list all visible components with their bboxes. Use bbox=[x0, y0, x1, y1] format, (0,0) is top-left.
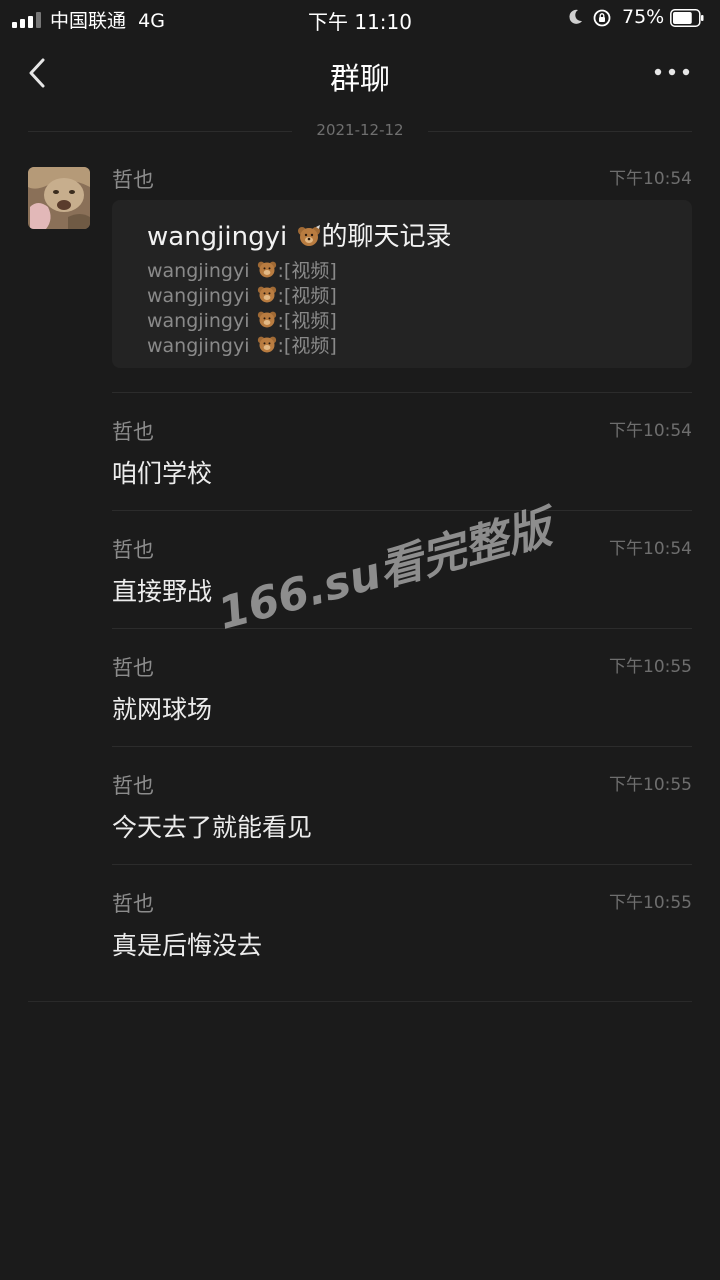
more-dots-icon[interactable] bbox=[652, 62, 692, 82]
message-text: 咱们学校 bbox=[112, 459, 213, 488]
message-time: 下午10:55 bbox=[609, 893, 692, 913]
moon-icon bbox=[569, 9, 582, 24]
message-time: 下午10:54 bbox=[609, 169, 692, 189]
chevron-left-icon[interactable] bbox=[26, 56, 50, 90]
chat-record-line: wangjingyi :[视频] bbox=[147, 310, 337, 332]
teddy-bear-emoji-icon bbox=[297, 225, 320, 246]
sender-name: 哲也 bbox=[112, 420, 154, 444]
divider bbox=[112, 628, 692, 629]
teddy-bear-emoji-icon bbox=[257, 311, 276, 328]
divider bbox=[112, 864, 692, 865]
battery-icon bbox=[670, 9, 704, 27]
message-time: 下午10:55 bbox=[609, 775, 692, 795]
sender-name: 哲也 bbox=[112, 774, 154, 798]
watermark: 166.su看完整版 bbox=[212, 502, 557, 640]
status-time: 下午 11:10 bbox=[308, 10, 412, 34]
chat-record-line: wangjingyi :[视频] bbox=[147, 335, 337, 357]
message-text: 真是后悔没去 bbox=[112, 931, 263, 960]
battery-percent: 75% bbox=[622, 6, 665, 28]
avatar-image bbox=[28, 167, 90, 229]
rotation-lock-icon bbox=[593, 9, 611, 27]
list-item[interactable]: 哲也 下午10:55 就网球场 bbox=[112, 652, 692, 732]
sender-name: 哲也 bbox=[112, 892, 154, 916]
chat-record-title-suffix: 的聊天记录 bbox=[321, 222, 452, 252]
message-time: 下午10:54 bbox=[609, 421, 692, 441]
list-item[interactable]: 哲也 下午10:55 真是后悔没去 bbox=[112, 888, 692, 968]
page-title: 群聊 bbox=[330, 62, 390, 97]
date-label: 2021-12-12 bbox=[316, 121, 404, 139]
sender-name: 哲也 bbox=[112, 168, 154, 192]
message-text: 直接野战 bbox=[112, 577, 213, 606]
status-bar: 中国联通 4G 下午 11:10 75% bbox=[0, 0, 720, 36]
list-item[interactable]: 哲也 下午10:55 今天去了就能看见 bbox=[112, 770, 692, 850]
chat-record-title: wangjingyi 的聊天记录 bbox=[147, 216, 452, 253]
message-time: 下午10:54 bbox=[609, 539, 692, 559]
chat-record-card[interactable]: wangjingyi 的聊天记录 wangjingyi :[视频] wangji… bbox=[112, 200, 692, 368]
sender-name: 哲也 bbox=[112, 538, 154, 562]
nav-bar: 群聊 bbox=[0, 44, 720, 104]
message-text: 今天去了就能看见 bbox=[112, 813, 313, 842]
message-time: 下午10:55 bbox=[609, 657, 692, 677]
teddy-bear-emoji-icon bbox=[257, 286, 276, 303]
chat-record-line: wangjingyi :[视频] bbox=[147, 285, 337, 307]
chat-record-line: wangjingyi :[视频] bbox=[147, 260, 337, 282]
divider bbox=[112, 746, 692, 747]
avatar[interactable] bbox=[28, 167, 90, 229]
teddy-bear-emoji-icon bbox=[257, 261, 276, 278]
teddy-bear-emoji-icon bbox=[257, 336, 276, 353]
sender-name: 哲也 bbox=[112, 656, 154, 680]
divider bbox=[112, 510, 692, 511]
date-separator: 2021-12-12 bbox=[28, 118, 692, 144]
list-item[interactable]: 哲也 下午10:54 咱们学校 bbox=[112, 416, 692, 496]
divider bbox=[112, 392, 692, 393]
divider bbox=[28, 1001, 692, 1002]
message-text: 就网球场 bbox=[112, 695, 213, 724]
chat-record-title-name: wangjingyi bbox=[147, 222, 288, 252]
chat-record-message-header: 哲也 下午10:54 bbox=[112, 164, 692, 194]
